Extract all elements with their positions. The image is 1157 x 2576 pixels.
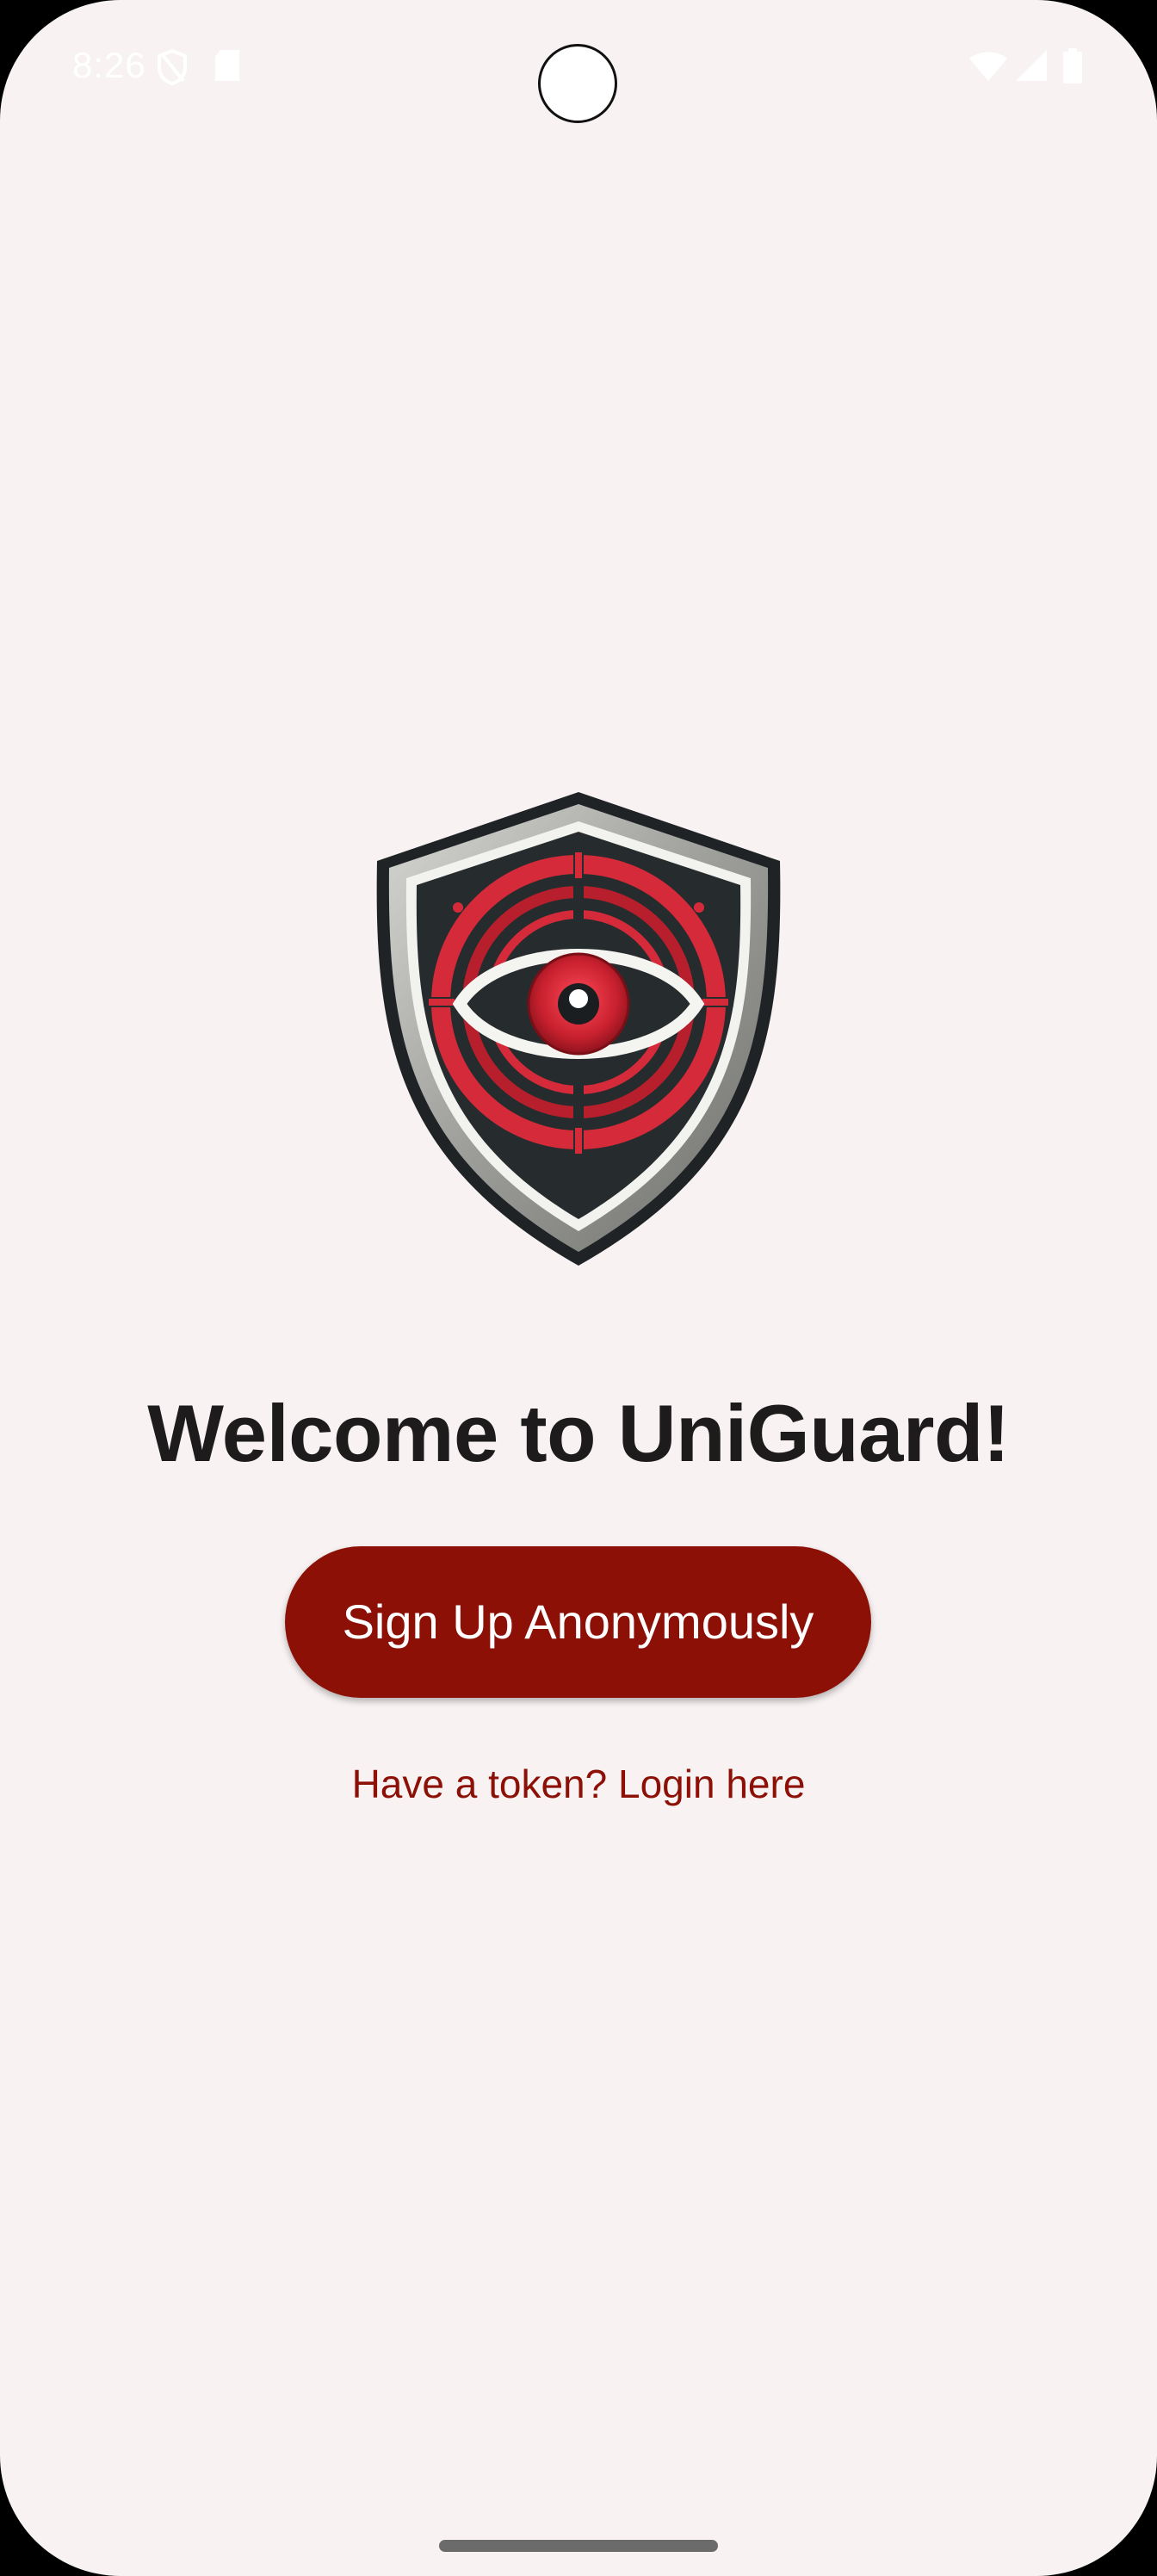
sign-up-anonymously-button[interactable]: Sign Up Anonymously — [285, 1546, 871, 1698]
shield-eye-logo — [372, 787, 785, 1271]
cell-signal-icon — [1014, 48, 1049, 87]
home-indicator[interactable] — [439, 2540, 718, 2552]
camera-cutout — [538, 44, 617, 123]
wifi-icon — [968, 48, 1009, 87]
welcome-title: Welcome to UniGuard! — [147, 1388, 1010, 1478]
battery-icon — [1062, 48, 1083, 89]
vpn-shield-icon — [155, 48, 189, 90]
phone-screen: 8:26 Welcome to UniGuard! Sign Up Anonym… — [0, 0, 1157, 2576]
login-link[interactable]: Have a token? Login here — [0, 1756, 1157, 1811]
status-time: 8:26 — [72, 45, 146, 85]
sd-card-icon — [212, 48, 243, 87]
